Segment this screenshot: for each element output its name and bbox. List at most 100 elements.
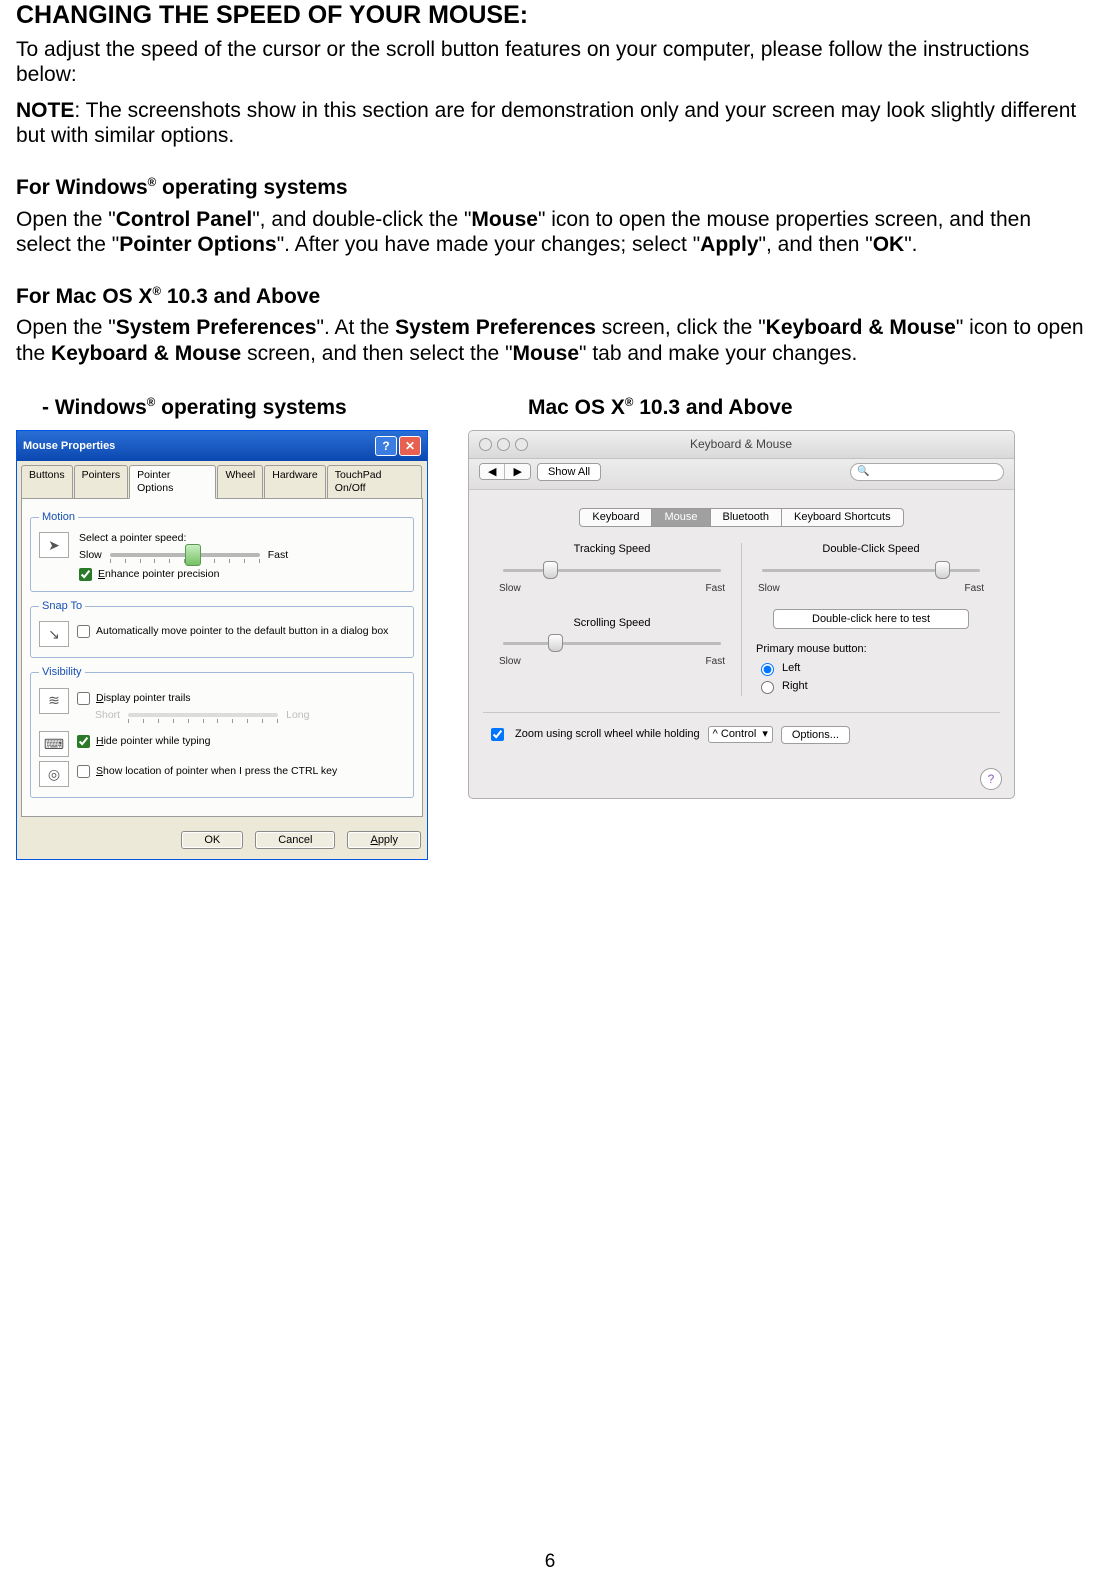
short-label: Short xyxy=(95,709,120,722)
note-body: : The screenshots show in this section a… xyxy=(16,99,1076,148)
registered-mark: ® xyxy=(148,177,157,189)
snapto-label: Automatically move pointer to the defaul… xyxy=(96,625,388,638)
zoom-label: Zoom using scroll wheel while holding xyxy=(515,728,700,741)
chevron-down-icon: ▾ xyxy=(762,728,768,741)
enhance-precision-checkbox[interactable] xyxy=(79,568,92,581)
mac-toolbar: ◀ ▶ Show All 🔍 xyxy=(469,459,1014,490)
trails-icon: ≋ xyxy=(39,688,69,714)
tab-wheel[interactable]: Wheel xyxy=(217,465,263,498)
pointer-speed-slider[interactable] xyxy=(110,553,260,557)
primary-right-label: Right xyxy=(782,680,808,693)
windows-paragraph: Open the "Control Panel", and double-cli… xyxy=(16,207,1084,258)
mac-titlebar[interactable]: Keyboard & Mouse xyxy=(469,431,1014,459)
tab-hardware[interactable]: Hardware xyxy=(264,465,326,498)
tab-mouse[interactable]: Mouse xyxy=(652,508,710,527)
apply-button[interactable]: Apply xyxy=(347,831,421,849)
ctrl-locate-icon: ◎ xyxy=(39,761,69,787)
help-button[interactable]: ? xyxy=(980,768,1002,790)
long-label: Long xyxy=(286,709,309,722)
zoom-row: Zoom using scroll wheel while holding ^ … xyxy=(483,712,1000,744)
intro-paragraph: To adjust the speed of the cursor or the… xyxy=(16,37,1084,88)
scrolling-speed-slider[interactable] xyxy=(497,634,727,658)
motion-group: Motion ➤ Select a pointer speed: Slow xyxy=(30,511,414,592)
zoom-traffic-light[interactable] xyxy=(515,438,528,451)
modifier-select[interactable]: ^ Control ▾ xyxy=(708,726,773,743)
ok-button[interactable]: OK xyxy=(181,831,243,849)
ctrl-locate-label: Show location of pointer when I press th… xyxy=(96,765,337,778)
pointer-speed-label: Select a pointer speed: xyxy=(79,532,405,545)
hide-typing-icon: ⌨ xyxy=(39,731,69,757)
trail-length-slider xyxy=(128,713,278,717)
motion-legend: Motion xyxy=(39,511,78,524)
mac-subheading: For Mac OS X® 10.3 and Above xyxy=(16,284,1084,310)
slider-thumb[interactable] xyxy=(548,634,563,652)
mac-body: Keyboard Mouse Bluetooth Keyboard Shortc… xyxy=(469,490,1014,762)
left-column: Tracking Speed Slow Fast Scrolling Speed xyxy=(483,543,741,696)
tab-touchpad-onoff[interactable]: TouchPad On/Off xyxy=(327,465,422,498)
tracking-speed-slider[interactable] xyxy=(497,561,727,585)
traffic-lights[interactable] xyxy=(479,438,528,451)
visibility-legend: Visibility xyxy=(39,666,85,679)
fast-label: Fast xyxy=(268,549,288,562)
note-prefix: NOTE xyxy=(16,99,74,122)
page-title: CHANGING THE SPEED OF YOUR MOUSE: xyxy=(16,0,1084,31)
windows-column-heading: - Windows® operating systems xyxy=(16,395,428,421)
primary-left-label: Left xyxy=(782,662,800,675)
snapto-icon: ↘ xyxy=(39,621,69,647)
zoom-checkbox[interactable] xyxy=(491,728,504,741)
forward-button[interactable]: ▶ xyxy=(505,464,529,479)
tab-bluetooth[interactable]: Bluetooth xyxy=(711,508,782,527)
snapto-group: Snap To ↘ Automatically move pointer to … xyxy=(30,600,414,658)
cancel-button[interactable]: Cancel xyxy=(255,831,335,849)
back-button[interactable]: ◀ xyxy=(480,464,505,479)
visibility-group: Visibility ≋ Display pointer trails Shor… xyxy=(30,666,414,798)
ctrl-locate-checkbox[interactable] xyxy=(77,765,90,778)
titlebar[interactable]: Mouse Properties ? ✕ xyxy=(17,431,427,461)
tab-keyboard-shortcuts[interactable]: Keyboard Shortcuts xyxy=(782,508,904,527)
slider-thumb[interactable] xyxy=(185,544,201,566)
double-click-test-field[interactable]: Double-click here to test xyxy=(773,609,969,629)
help-button[interactable]: ? xyxy=(375,436,397,456)
tab-buttons[interactable]: Buttons xyxy=(21,465,73,498)
window-title: Mouse Properties xyxy=(23,440,373,453)
primary-button-label: Primary mouse button: xyxy=(756,643,986,656)
close-button[interactable]: ✕ xyxy=(399,436,421,456)
pointer-trails-checkbox[interactable] xyxy=(77,692,90,705)
mac-column: Mac OS X® 10.3 and Above Keyboard & Mous… xyxy=(468,395,1015,800)
note-paragraph: NOTE: The screenshots show in this secti… xyxy=(16,98,1084,149)
snapto-checkbox[interactable] xyxy=(77,625,90,638)
hide-while-typing-label: Hide pointer while typing xyxy=(96,735,210,748)
slider-thumb[interactable] xyxy=(935,561,950,579)
show-all-button[interactable]: Show All xyxy=(537,463,601,481)
search-field[interactable]: 🔍 xyxy=(850,463,1004,481)
search-icon: 🔍 xyxy=(857,466,869,478)
scrolling-speed-label: Scrolling Speed xyxy=(497,617,727,630)
mac-paragraph: Open the "System Preferences". At the Sy… xyxy=(16,315,1084,366)
slider-thumb[interactable] xyxy=(543,561,558,579)
mac-window-title: Keyboard & Mouse xyxy=(528,437,954,452)
tab-pointer-options[interactable]: Pointer Options xyxy=(129,465,216,499)
hide-while-typing-checkbox[interactable] xyxy=(77,735,90,748)
pointer-trails-label: Display pointer trails xyxy=(96,692,191,705)
nav-segment: ◀ ▶ xyxy=(479,463,531,480)
primary-left-radio[interactable] xyxy=(761,663,774,676)
mouse-properties-dialog: Mouse Properties ? ✕ Buttons Pointers Po… xyxy=(16,430,428,860)
mac-column-heading: Mac OS X® 10.3 and Above xyxy=(468,395,1015,421)
tab-pointers[interactable]: Pointers xyxy=(74,465,129,498)
tab-keyboard[interactable]: Keyboard xyxy=(579,508,652,527)
windows-column: - Windows® operating systems Mouse Prope… xyxy=(16,395,428,861)
windows-subheading: For Windows® operating systems xyxy=(16,175,1084,201)
double-click-speed-slider[interactable] xyxy=(756,561,986,585)
document-page: CHANGING THE SPEED OF YOUR MOUSE: To adj… xyxy=(0,0,1100,1591)
minimize-traffic-light[interactable] xyxy=(497,438,510,451)
keyboard-mouse-window: Keyboard & Mouse ◀ ▶ Show All 🔍 Keyboa xyxy=(468,430,1015,799)
close-traffic-light[interactable] xyxy=(479,438,492,451)
right-column: Double-Click Speed Slow Fast Double-clic… xyxy=(741,543,1000,696)
tab-strip: Buttons Pointers Pointer Options Wheel H… xyxy=(17,461,427,498)
options-button[interactable]: Options... xyxy=(781,726,850,744)
slow-label: Slow xyxy=(79,549,102,562)
tracking-speed-label: Tracking Speed xyxy=(497,543,727,556)
mac-tab-strip: Keyboard Mouse Bluetooth Keyboard Shortc… xyxy=(483,508,1000,527)
dialog-button-row: OK Cancel Apply xyxy=(17,821,427,859)
primary-right-radio[interactable] xyxy=(761,681,774,694)
